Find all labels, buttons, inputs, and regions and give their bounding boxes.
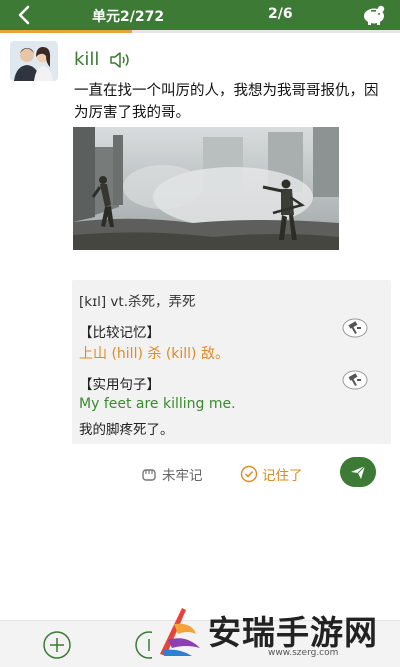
vocab-word: kill: [74, 49, 100, 70]
watermark-logo: [160, 608, 200, 656]
top-bar: 单元2/272 2/6: [0, 0, 400, 30]
plus-circle-icon[interactable]: [42, 630, 72, 660]
watermark-url: www.szerg.com: [268, 648, 339, 658]
compare-memory-text: 上山 (hill) 杀 (kill) 敌。: [79, 346, 229, 362]
send-icon: [351, 465, 366, 479]
avatar: [10, 41, 58, 81]
watermark-text: 安瑞手游网: [208, 613, 378, 652]
example-sentence-chinese: 我的脚疼死了。: [79, 422, 174, 438]
not-memorized-label: 未牢记: [162, 468, 203, 484]
study-progress-bar: [0, 30, 400, 33]
phonetic-definition: [kɪl] vt.杀死，弄死: [79, 294, 196, 310]
hammer-icon[interactable]: [342, 318, 368, 338]
study-progress-fill: [0, 30, 132, 33]
hammer-icon[interactable]: [342, 370, 368, 390]
piggy-bank-icon[interactable]: [360, 3, 388, 27]
back-icon[interactable]: [14, 3, 34, 27]
check-circle-icon: [240, 465, 258, 483]
memorized-button[interactable]: 记住了: [240, 463, 303, 485]
mnemonic-sentence: 一直在找一个叫厉的人，我想为我哥哥报仇，因为厉害了我的哥。: [74, 83, 379, 121]
speaker-icon[interactable]: [109, 50, 133, 70]
example-sentence-heading: 【实用句子】: [79, 377, 160, 393]
fist-icon: [142, 469, 156, 481]
send-button[interactable]: [340, 457, 376, 487]
illustration-image: [73, 127, 339, 250]
memorized-label: 记住了: [262, 468, 303, 484]
example-sentence-english: My feet are killing me.: [79, 396, 236, 412]
page-counter: 2/6: [268, 6, 293, 22]
compare-memory-heading: 【比较记忆】: [79, 325, 160, 341]
unit-counter: 单元2/272: [92, 9, 165, 25]
bottom-tool-icon[interactable]: [134, 630, 152, 660]
not-memorized-button[interactable]: 未牢记: [140, 463, 203, 485]
